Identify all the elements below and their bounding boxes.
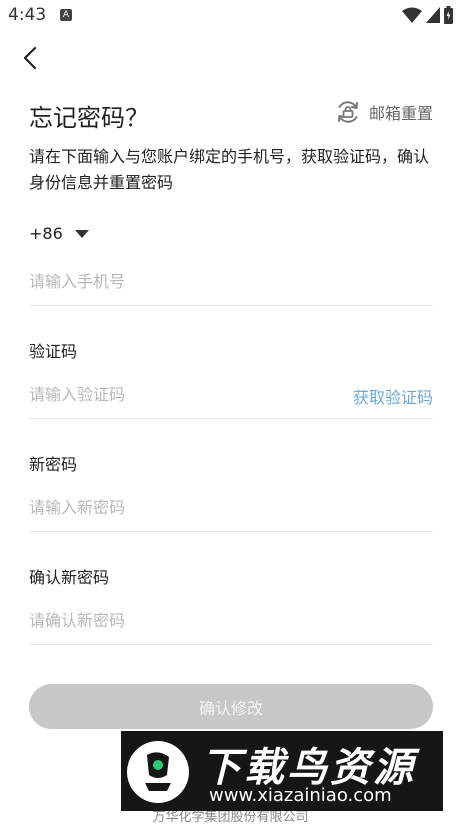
- country-code: +86: [29, 224, 63, 243]
- back-arrow-icon: [23, 46, 37, 70]
- watermark-banner: 下载鸟资源 www.xiazainiao.com: [121, 731, 443, 811]
- confirm-password-input[interactable]: [29, 606, 329, 634]
- notification-icon: A: [60, 9, 72, 21]
- verification-input[interactable]: [29, 380, 329, 408]
- signal-icon: [426, 7, 440, 23]
- status-time: 4:43: [8, 5, 47, 25]
- phone-divider: [29, 305, 433, 306]
- back-button[interactable]: [14, 42, 46, 74]
- get-code-button[interactable]: 获取验证码: [353, 384, 433, 408]
- email-reset-button[interactable]: 邮箱重置: [335, 99, 433, 125]
- watermark-url: www.xiazainiao.com: [209, 785, 392, 806]
- country-code-selector[interactable]: +86: [29, 224, 89, 243]
- verification-label: 验证码: [29, 342, 78, 361]
- phone-input[interactable]: [29, 267, 329, 295]
- new-password-input[interactable]: [29, 493, 329, 521]
- reset-lock-icon: [337, 101, 358, 123]
- email-reset-label: 邮箱重置: [368, 104, 433, 123]
- battery-icon: [444, 6, 453, 24]
- new-password-divider: [29, 531, 433, 532]
- status-bar: 4:43 A: [0, 0, 461, 32]
- confirm-password-divider: [29, 644, 433, 645]
- description-text: 请在下面输入与您账户绑定的手机号，获取验证码，确认身份信息并重置密码: [29, 147, 430, 192]
- wifi-icon: [402, 7, 422, 23]
- caret-down-icon: [74, 229, 89, 238]
- new-password-label: 新密码: [29, 455, 78, 474]
- page-title: 忘记密码？: [29, 104, 149, 132]
- confirm-button[interactable]: 确认修改: [29, 684, 433, 729]
- verification-divider: [29, 418, 433, 419]
- status-icons: [402, 6, 453, 24]
- confirm-password-label: 确认新密码: [29, 568, 110, 587]
- bird-logo-icon: [127, 741, 189, 803]
